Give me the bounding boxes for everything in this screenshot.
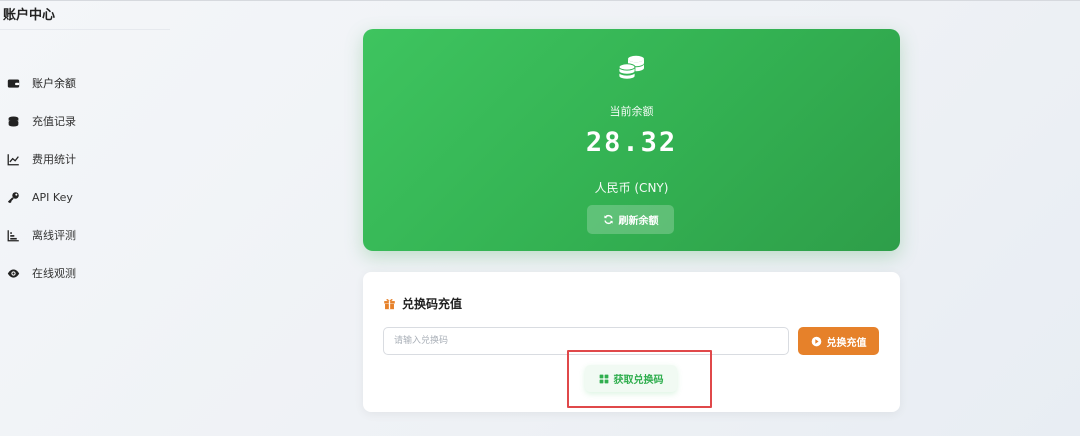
play-circle-icon (811, 336, 821, 346)
currency-label: 人民币 (CNY) (594, 181, 669, 195)
sidebar-item-label: 在线观测 (32, 267, 76, 280)
sidebar-item-label: 离线评测 (32, 229, 76, 242)
redeem-button[interactable]: 兑换充值 (798, 327, 879, 355)
get-redeem-code-label: 获取兑换码 (613, 375, 664, 386)
get-redeem-code-button[interactable]: 获取兑换码 (585, 365, 677, 392)
bar-chart-icon (6, 228, 20, 242)
key-icon (6, 190, 20, 204)
refresh-balance-label: 刷新余额 (618, 216, 659, 227)
sidebar: 账户中心 账户余额 充值记录 费用统计 API Key 离线评测 在线观测 (0, 0, 170, 436)
balance-amount: 28.32 (585, 127, 678, 158)
sidebar-item-label: API Key (32, 190, 73, 204)
sidebar-item-online-monitor[interactable]: 在线观测 (0, 254, 170, 292)
balance-label: 当前余额 (609, 105, 654, 118)
refresh-icon (603, 214, 613, 225)
sidebar-item-label: 充值记录 (32, 115, 76, 128)
sidebar-item-label: 账户余额 (32, 77, 76, 90)
sidebar-item-recharge-records[interactable]: 充值记录 (0, 102, 170, 140)
sidebar-item-cost-stats[interactable]: 费用统计 (0, 140, 170, 178)
wallet-icon (6, 76, 20, 90)
coins-icon (6, 114, 20, 128)
redeem-button-label: 兑换充值 (826, 337, 867, 349)
grid-icon (599, 374, 608, 383)
sidebar-item-balance[interactable]: 账户余额 (0, 64, 170, 102)
eye-icon (6, 266, 20, 280)
redeem-card: 兑换码充值 兑换充值 获取兑换码 (363, 272, 900, 412)
gift-icon (384, 298, 395, 310)
sidebar-nav: 账户余额 充值记录 费用统计 API Key 离线评测 在线观测 (0, 64, 170, 292)
balance-card: 当前余额 28.32 人民币 (CNY) 刷新余额 (363, 29, 900, 251)
coins-icon (616, 53, 648, 85)
sidebar-divider (0, 29, 170, 30)
redeem-code-input[interactable] (383, 327, 789, 355)
line-chart-icon (6, 152, 20, 166)
refresh-balance-button[interactable]: 刷新余额 (587, 205, 674, 234)
sidebar-title: 账户中心 (3, 8, 56, 23)
sidebar-item-offline-eval[interactable]: 离线评测 (0, 216, 170, 254)
redeem-title: 兑换码充值 (383, 295, 462, 312)
redeem-title-text: 兑换码充值 (402, 297, 463, 311)
sidebar-item-label: 费用统计 (32, 153, 76, 166)
sidebar-item-api-key[interactable]: API Key (0, 178, 170, 216)
